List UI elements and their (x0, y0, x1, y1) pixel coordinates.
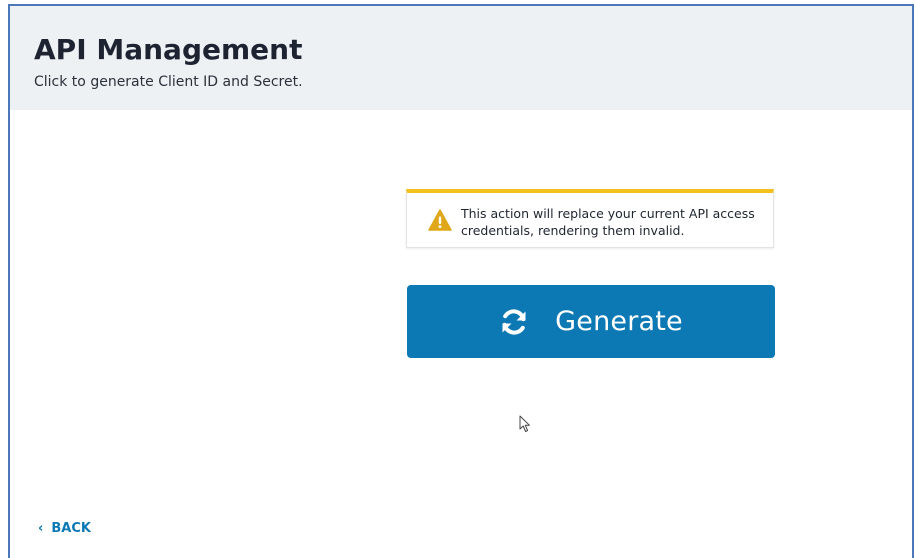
warning-text: This action will replace your current AP… (461, 206, 755, 238)
page-subtitle: Click to generate Client ID and Secret. (34, 74, 303, 90)
warning-notice: This action will replace your current AP… (406, 189, 774, 248)
refresh-icon (502, 308, 526, 335)
chevron-left-icon: ‹ (38, 521, 44, 536)
warning-icon (428, 209, 452, 231)
page-header: API Management Click to generate Client … (10, 6, 912, 110)
page-title: API Management (34, 33, 303, 66)
mouse-cursor-icon (519, 415, 530, 432)
back-link[interactable]: ‹ BACK (38, 521, 91, 536)
app-window: API Management Click to generate Client … (8, 4, 914, 558)
back-label: BACK (51, 521, 91, 536)
generate-button[interactable]: Generate (407, 285, 775, 358)
generate-label: Generate (555, 306, 683, 337)
